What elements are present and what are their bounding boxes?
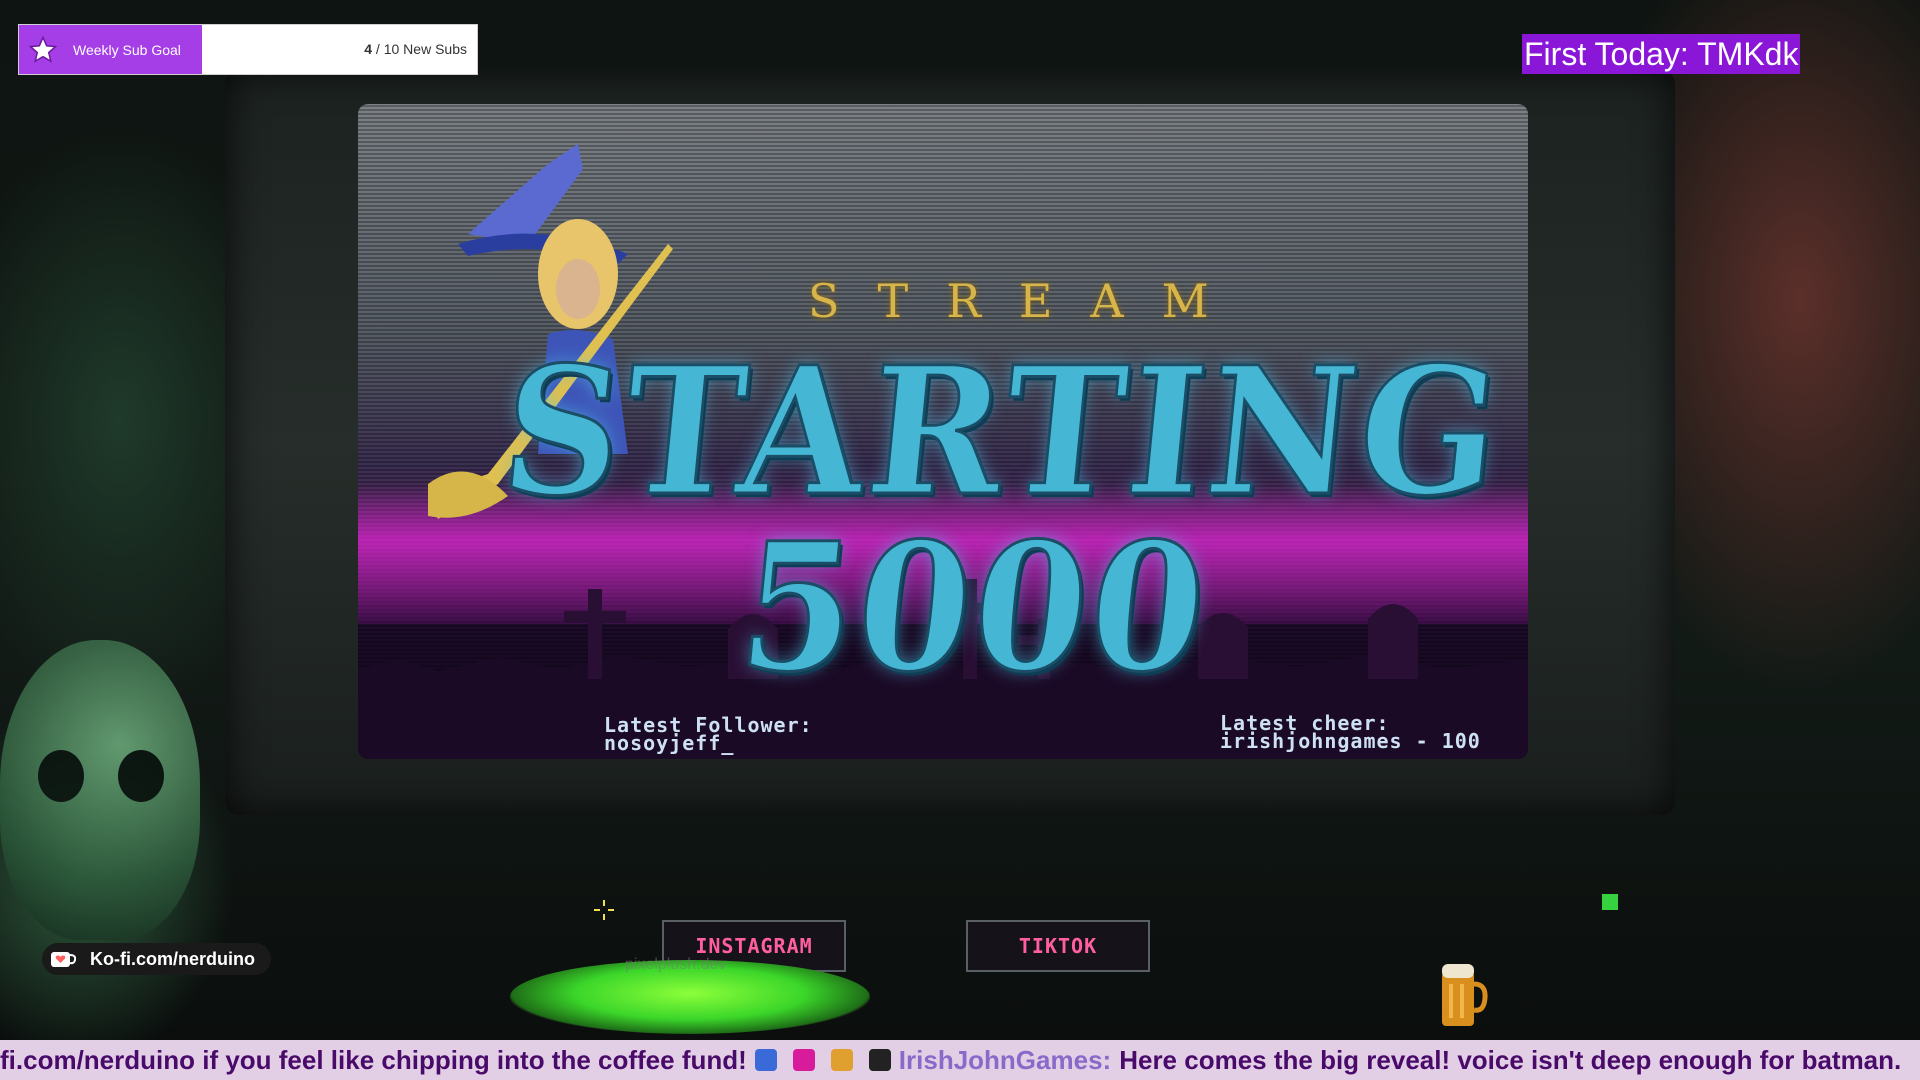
bot-badge-icon bbox=[868, 1049, 891, 1071]
screen-subtitle: STREAM bbox=[808, 274, 1247, 328]
star-icon bbox=[25, 32, 61, 68]
latest-cheer-value: irishjohngames - 100 bbox=[1220, 729, 1481, 753]
crt-screen: STREAM STARTING 5000 Latest Follower: no… bbox=[358, 104, 1528, 759]
kofi-cup-icon bbox=[51, 952, 76, 967]
cauldron-tag: pixelplush.dev bbox=[625, 956, 727, 973]
sub-goal-label: Weekly Sub Goal bbox=[73, 41, 181, 58]
first-today-badge: First Today: TMKdk bbox=[1522, 34, 1801, 74]
tiktok-button[interactable]: TIKTOK bbox=[966, 920, 1150, 972]
status-indicator bbox=[1602, 894, 1618, 910]
screen-title: STARTING 5000 bbox=[493, 327, 1514, 713]
kofi-link[interactable]: Ko-fi.com/nerduino bbox=[42, 943, 271, 975]
ticker-message: Here comes the big reveal! voice isn't d… bbox=[1119, 1044, 1902, 1075]
ticker-username: IrishJohnGames: bbox=[898, 1044, 1112, 1075]
kofi-label: Ko-fi.com/nerduino bbox=[90, 948, 255, 969]
heart-emote-icon bbox=[792, 1049, 815, 1071]
beer-mug-icon bbox=[1442, 964, 1488, 1026]
weekly-sub-goal-widget: Weekly Sub Goal 4 / 10 New Subs bbox=[18, 24, 478, 75]
sub-goal-count: 4 / 10 New Subs bbox=[364, 41, 467, 57]
chat-ticker: fi.com/nerduino if you feel like chippin… bbox=[0, 1040, 1920, 1080]
skull-decoration bbox=[0, 640, 200, 940]
badge-icon bbox=[830, 1049, 853, 1071]
sparkle-icon bbox=[594, 900, 614, 920]
ticker-message-start: fi.com/nerduino if you feel like chippin… bbox=[0, 1044, 747, 1075]
emote-icon bbox=[754, 1049, 777, 1071]
latest-follower-name: nosoyjeff_ bbox=[604, 731, 735, 755]
